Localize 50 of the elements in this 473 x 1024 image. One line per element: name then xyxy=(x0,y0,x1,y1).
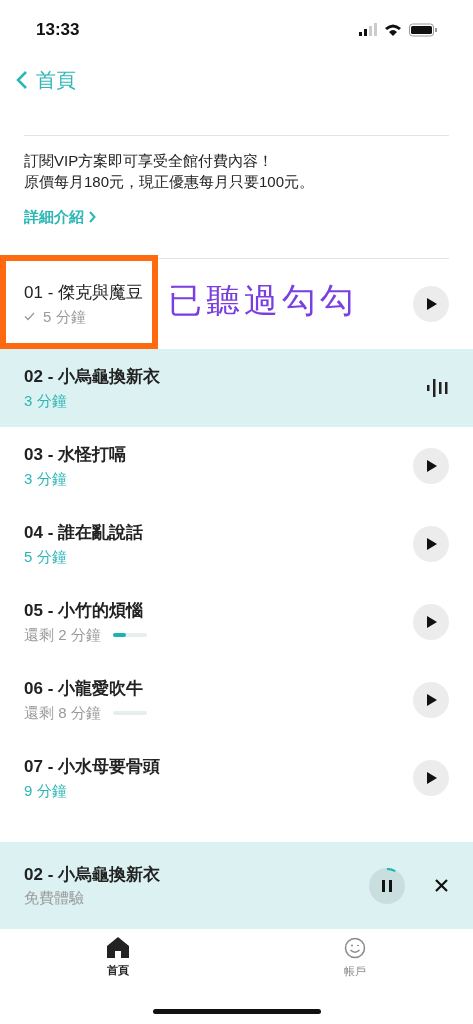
play-button[interactable] xyxy=(413,682,449,718)
close-button[interactable] xyxy=(433,877,449,894)
play-icon xyxy=(425,616,437,628)
promo-text: 原價每月180元，現正優惠每月只要100元。 xyxy=(24,172,316,192)
play-button[interactable] xyxy=(413,526,449,562)
battery-icon xyxy=(409,22,437,37)
episode-title: 05 - 小竹的煩惱 xyxy=(24,600,145,622)
close-icon xyxy=(434,879,448,892)
episode-duration: 還剩 8 分鐘 xyxy=(24,702,101,723)
check-icon xyxy=(24,312,35,322)
play-button[interactable] xyxy=(413,760,449,796)
pause-button[interactable] xyxy=(369,867,405,904)
promo-text: 訂閱VIP方案即可享受全館付費內容！ xyxy=(24,151,275,171)
episode-title: 07 - 小水母要骨頭 xyxy=(24,756,161,778)
episode-title: 04 - 誰在亂說話 xyxy=(24,522,144,544)
pause-icon xyxy=(382,879,392,892)
play-icon xyxy=(425,694,437,706)
tab-bar-item[interactable]: 帳戶 xyxy=(294,937,415,980)
episode-duration: 5 分鐘 xyxy=(24,546,68,567)
progress-track xyxy=(112,710,147,715)
episode-title: 02 - 小烏龜換新衣 xyxy=(24,366,161,388)
play-button[interactable] xyxy=(413,286,449,322)
episode-duration: 還剩 2 分鐘 xyxy=(24,624,101,645)
episode-row[interactable]: 02 - 小烏龜換新衣 3 分鐘 xyxy=(0,349,473,427)
episode-duration: 3 分鐘 xyxy=(24,468,68,489)
home-icon xyxy=(107,937,130,958)
play-button[interactable] xyxy=(413,604,449,640)
episode-title: 01 - 傑克與魔豆 xyxy=(24,282,144,304)
chevron-right-icon xyxy=(88,211,96,224)
episode-duration: 9 分鐘 xyxy=(24,780,68,801)
player-subtitle: 免費體驗 xyxy=(24,888,85,908)
annotation-text: 已聽過勾勾 xyxy=(168,280,358,321)
equalizer-icon xyxy=(427,379,449,397)
wifi-icon xyxy=(385,23,401,36)
back-chevron-icon xyxy=(16,70,28,90)
play-icon xyxy=(425,538,437,550)
play-icon xyxy=(425,460,437,472)
status-time: 13:33 xyxy=(36,18,80,41)
tab-bar-item[interactable]: 首頁 xyxy=(58,937,179,980)
smiley-icon xyxy=(343,937,366,959)
episode-title: 06 - 小龍愛吹牛 xyxy=(24,678,145,700)
episode-title: 03 - 水怪打嗝 xyxy=(24,444,127,466)
play-button[interactable] xyxy=(413,448,449,484)
mini-player[interactable]: 02 - 小烏龜換新衣 免費體驗 xyxy=(0,842,473,929)
play-icon xyxy=(425,298,437,310)
signal-icon xyxy=(359,23,377,36)
episode-duration: 5 分鐘 xyxy=(43,306,86,327)
play-icon xyxy=(425,772,437,784)
episode-duration: 3 分鐘 xyxy=(24,390,68,411)
player-title: 02 - 小烏龜換新衣 xyxy=(24,863,161,886)
